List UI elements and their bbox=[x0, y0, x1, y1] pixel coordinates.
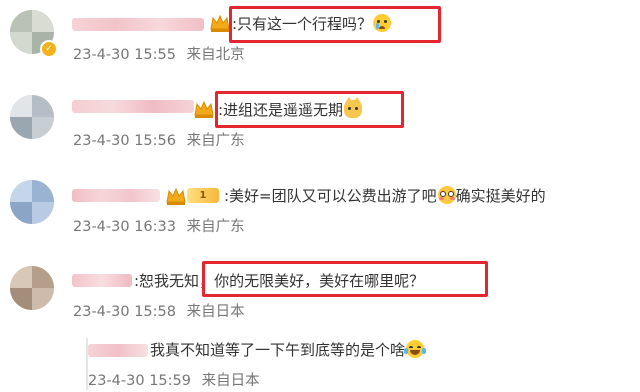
timestamp: 23-4-30 15:59 bbox=[88, 373, 191, 389]
timestamp: 23-4-30 16:33 bbox=[73, 219, 176, 235]
avatar[interactable] bbox=[10, 180, 54, 224]
location: 来自北京 bbox=[186, 47, 245, 63]
timestamp: 23-4-30 15:58 bbox=[73, 304, 176, 320]
highlight-box bbox=[215, 91, 404, 128]
username[interactable] bbox=[72, 189, 160, 202]
crying-laughing-emoji-icon bbox=[404, 340, 427, 358]
comment-meta: 23-4-30 15:55 来自北京 bbox=[73, 46, 245, 64]
crown-badge-icon bbox=[210, 14, 230, 32]
comment-meta: 23-4-30 16:33 来自广东 bbox=[73, 218, 245, 236]
comment-meta: 23-4-30 15:56 来自广东 bbox=[73, 132, 245, 150]
comment-text: :美好=团队又可以公费出游了吧 确实挺美好的 bbox=[224, 186, 546, 205]
comment-meta: 23-4-30 15:58 来自日本 bbox=[73, 303, 245, 321]
level-badge: 1 bbox=[187, 188, 219, 203]
location: 来自广东 bbox=[186, 219, 245, 235]
verified-badge-icon: ✓ bbox=[40, 40, 58, 58]
reply-text: 我真不知道等了一下午到底等的是个啥 bbox=[150, 340, 427, 360]
timestamp: 23-4-30 15:56 bbox=[73, 133, 176, 149]
avatar[interactable] bbox=[10, 266, 54, 310]
avatar[interactable] bbox=[10, 95, 54, 139]
reply-meta: 23-4-30 15:59 来自日本 bbox=[88, 372, 260, 390]
location: 来自日本 bbox=[186, 304, 245, 320]
flushed-face-emoji-icon bbox=[437, 186, 456, 204]
highlight-box bbox=[229, 6, 441, 43]
crown-badge-icon bbox=[166, 187, 186, 205]
username[interactable] bbox=[72, 18, 204, 31]
username[interactable] bbox=[88, 344, 148, 357]
username[interactable] bbox=[72, 100, 194, 113]
timestamp: 23-4-30 15:55 bbox=[73, 47, 176, 63]
location: 来自广东 bbox=[186, 133, 245, 149]
highlight-box bbox=[202, 261, 488, 297]
crown-badge-icon bbox=[194, 100, 214, 118]
username[interactable] bbox=[72, 274, 132, 287]
location: 来自日本 bbox=[201, 373, 260, 389]
